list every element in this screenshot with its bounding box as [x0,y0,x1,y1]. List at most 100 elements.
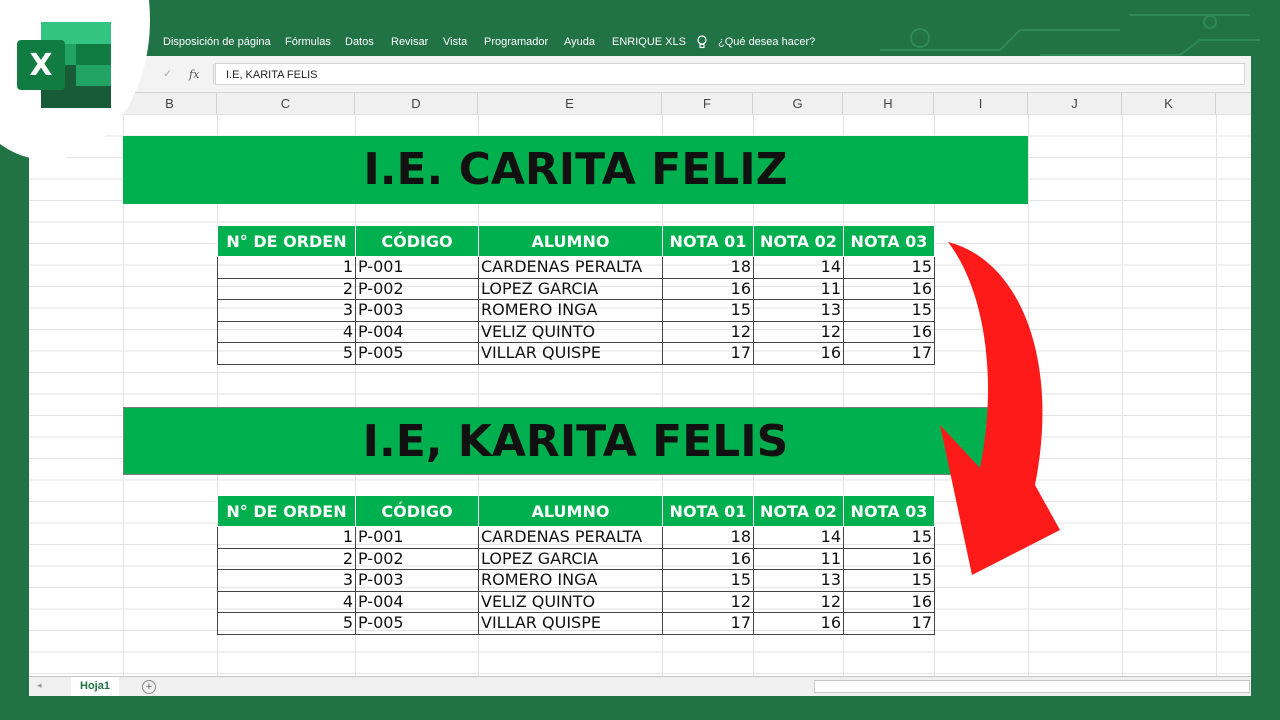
column-header-h[interactable]: H [843,93,934,114]
table-cell[interactable]: 16 [662,547,754,570]
table-cell[interactable]: 12 [662,590,754,613]
header-nota02[interactable]: NOTA 02 [753,225,844,257]
menu-formulas[interactable]: Fórmulas [285,36,331,50]
table-cell[interactable]: 17 [662,342,754,365]
table-cell[interactable]: 15 [843,569,935,592]
header-codigo[interactable]: CÓDIGO [355,495,479,527]
title-banner-modified[interactable]: I.E, KARITA FELIS [123,407,1028,475]
table-cell[interactable]: P-005 [355,342,479,365]
horizontal-scrollbar[interactable] [814,680,1250,693]
header-nota02[interactable]: NOTA 02 [753,495,844,527]
table-cell[interactable]: ROMERO INGA [478,299,663,322]
table-cell[interactable]: 11 [753,277,844,300]
header-alumno[interactable]: ALUMNO [478,225,663,257]
table-cell[interactable]: P-002 [355,547,479,570]
table-cell[interactable]: P-003 [355,569,479,592]
table-cell[interactable]: 16 [843,590,935,613]
add-sheet-icon[interactable]: + [142,680,156,694]
header-orden[interactable]: N° DE ORDEN [217,495,356,527]
fx-icon[interactable]: fx [189,68,199,81]
table-cell[interactable]: 15 [662,299,754,322]
table-cell[interactable]: 2 [217,547,356,570]
column-header-k[interactable]: K [1122,93,1216,114]
table-cell[interactable]: 2 [217,277,356,300]
table-cell[interactable]: 18 [662,256,754,279]
header-alumno[interactable]: ALUMNO [478,495,663,527]
table-cell[interactable]: 16 [753,342,844,365]
header-nota01[interactable]: NOTA 01 [662,495,754,527]
menu-enrique-xls[interactable]: ENRIQUE XLS [612,36,686,50]
table-cell[interactable]: LOPEZ GARCIA [478,547,663,570]
header-codigo[interactable]: CÓDIGO [355,225,479,257]
table-cell[interactable]: ROMERO INGA [478,569,663,592]
table-cell[interactable]: 12 [753,320,844,343]
scroll-left-icon[interactable]: ◂ [37,680,42,691]
table-cell[interactable]: P-004 [355,590,479,613]
table-cell[interactable]: VELIZ QUINTO [478,590,663,613]
table-cell[interactable]: 17 [662,612,754,635]
table-cell[interactable]: 15 [843,299,935,322]
column-header-b[interactable]: B [123,93,217,114]
table-cell[interactable]: 15 [843,526,935,549]
table-cell[interactable]: CARDENAS PERALTA [478,256,663,279]
table-cell[interactable]: CARDENAS PERALTA [478,526,663,549]
table-cell[interactable]: 16 [662,277,754,300]
column-header-i[interactable]: I [934,93,1028,114]
table-cell[interactable]: VILLAR QUISPE [478,612,663,635]
table-cell[interactable]: 17 [843,612,935,635]
table-cell[interactable]: P-003 [355,299,479,322]
table-cell[interactable]: 12 [753,590,844,613]
table-cell[interactable]: P-004 [355,320,479,343]
table-cell[interactable]: 3 [217,299,356,322]
menu-disposicion[interactable]: Disposición de página [163,36,271,50]
table-cell[interactable]: 18 [662,526,754,549]
menu-vista[interactable]: Vista [443,36,467,50]
header-nota03[interactable]: NOTA 03 [843,225,935,257]
table-cell[interactable]: 16 [843,320,935,343]
table-cell[interactable]: 16 [753,612,844,635]
table-cell[interactable]: 1 [217,526,356,549]
tell-me-search[interactable]: ¿Qué desea hacer? [718,36,815,50]
menu-programador[interactable]: Programador [484,36,548,50]
header-nota01[interactable]: NOTA 01 [662,225,754,257]
column-header-g[interactable]: G [753,93,843,114]
table-cell[interactable]: 15 [662,569,754,592]
menu-revisar[interactable]: Revisar [391,36,428,50]
table-cell[interactable]: 13 [753,299,844,322]
formula-input[interactable]: I.E, KARITA FELIS [215,63,1245,85]
table-cell[interactable]: P-001 [355,256,479,279]
table-cell[interactable]: VILLAR QUISPE [478,342,663,365]
sheet-tab-hoja1[interactable]: Hoja1 [71,677,119,696]
menu-ayuda[interactable]: Ayuda [564,36,595,50]
table-cell[interactable]: 1 [217,256,356,279]
header-nota03[interactable]: NOTA 03 [843,495,935,527]
column-header-d[interactable]: D [355,93,478,114]
table-cell[interactable]: VELIZ QUINTO [478,320,663,343]
table-cell[interactable]: 5 [217,342,356,365]
table-cell[interactable]: 16 [843,547,935,570]
table-cell[interactable]: 12 [662,320,754,343]
table-cell[interactable]: 15 [843,256,935,279]
check-icon[interactable]: ✓ [163,67,172,80]
column-header-f[interactable]: F [662,93,753,114]
table-cell[interactable]: P-005 [355,612,479,635]
table-cell[interactable]: 16 [843,277,935,300]
title-banner-original[interactable]: I.E. CARITA FELIZ [123,136,1028,204]
table-cell[interactable]: 14 [753,256,844,279]
menu-datos[interactable]: Datos [345,36,374,50]
table-cell[interactable]: 4 [217,320,356,343]
table-cell[interactable]: 11 [753,547,844,570]
table-cell[interactable]: 3 [217,569,356,592]
table-cell[interactable]: 5 [217,612,356,635]
table-cell[interactable]: P-001 [355,526,479,549]
column-header-j[interactable]: J [1028,93,1122,114]
table-cell[interactable]: LOPEZ GARCIA [478,277,663,300]
table-cell[interactable]: 17 [843,342,935,365]
column-header-c[interactable]: C [217,93,355,114]
table-cell[interactable]: 14 [753,526,844,549]
table-cell[interactable]: 13 [753,569,844,592]
header-orden[interactable]: N° DE ORDEN [217,225,356,257]
table-cell[interactable]: 4 [217,590,356,613]
column-header-e[interactable]: E [478,93,662,114]
table-cell[interactable]: P-002 [355,277,479,300]
